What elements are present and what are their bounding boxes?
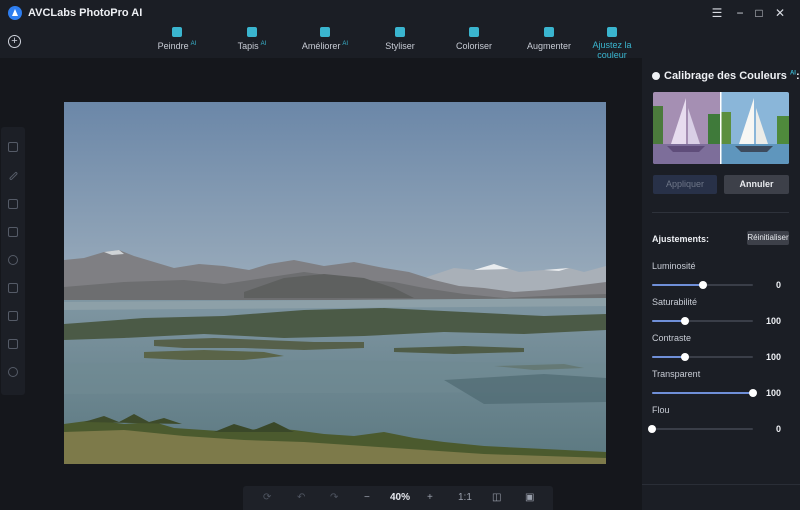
cancel-button[interactable]: Annuler	[724, 175, 789, 194]
slider-thumb[interactable]	[681, 317, 690, 325]
list-icon[interactable]	[8, 311, 18, 321]
sailboat-preview	[653, 92, 789, 164]
photo-canvas[interactable]	[64, 102, 606, 464]
tool-coloriser[interactable]: Coloriser	[452, 26, 496, 51]
maximize-button[interactable]: □	[752, 6, 766, 20]
eraser-icon	[247, 27, 257, 37]
panel-footer-divider	[642, 484, 800, 485]
undo-icon[interactable]: ↶	[297, 492, 305, 503]
palette-icon	[652, 72, 660, 80]
app-logo-icon	[8, 6, 22, 20]
image-icon[interactable]	[8, 142, 18, 152]
tool-augmenter[interactable]: Augmenter	[522, 26, 576, 51]
upscale-icon	[544, 27, 554, 37]
brightness-value: 0	[775, 280, 781, 290]
tool-tapis[interactable]: Tapis AI	[232, 26, 272, 51]
menu-icon[interactable]: ☰	[710, 6, 724, 20]
enhance-icon	[320, 27, 330, 37]
slider-fill	[652, 392, 753, 394]
title-bar: AVCLabs PhotoPro AI ☰ − □ ✕	[0, 0, 800, 26]
slider-thumb[interactable]	[698, 281, 707, 289]
saturation-value: 100	[765, 316, 781, 326]
tool-styliser[interactable]: Styliser	[379, 26, 421, 51]
ellipse-select-icon[interactable]	[8, 255, 18, 265]
cursor-icon[interactable]	[8, 199, 18, 209]
brightness-label: Luminosité	[652, 261, 696, 271]
slider-thumb[interactable]	[648, 425, 656, 433]
save-icon[interactable]: ▣	[525, 492, 534, 503]
transparency-slider[interactable]	[652, 389, 757, 397]
blur-label: Flou	[652, 405, 670, 415]
sliders-icon	[607, 27, 617, 37]
zoom-level: 40%	[390, 492, 411, 503]
brightness-slider[interactable]	[652, 281, 753, 289]
saturation-label: Saturabilité	[652, 297, 698, 307]
close-button[interactable]: ✕	[773, 6, 787, 20]
left-tool-rail	[1, 127, 25, 395]
slider-thumb[interactable]	[681, 353, 690, 361]
slider-fill	[652, 284, 703, 286]
transparency-value: 100	[765, 388, 781, 398]
slider-fill	[652, 320, 686, 322]
slider-thumb[interactable]	[749, 389, 757, 397]
minimize-button[interactable]: −	[733, 6, 747, 20]
zoom-in-button[interactable]: +	[427, 492, 433, 503]
portrait-icon[interactable]	[8, 283, 18, 293]
tool-ameliorer[interactable]: Améliorer AI	[298, 26, 352, 51]
slider-fill	[652, 356, 686, 358]
redo-icon[interactable]: ↷	[330, 492, 338, 503]
divider	[652, 212, 789, 213]
paint-icon	[172, 27, 182, 37]
tool-peindre[interactable]: Peindre AI	[155, 26, 199, 51]
saturation-slider[interactable]	[652, 317, 753, 325]
brush-icon[interactable]	[8, 171, 19, 181]
tool-ajustez-couleur[interactable]: Ajustez la couleur	[588, 26, 636, 60]
toolbar: + Peindre AI Tapis AI Améliorer AI Styliser…	[0, 26, 800, 60]
stylize-icon	[395, 27, 405, 37]
actual-size-button[interactable]: 1:1	[458, 492, 472, 503]
zoom-out-button[interactable]: −	[364, 492, 370, 503]
zoom-bar: ⟳ ↶ ↷ − 40% + 1:1 ◫ ▣	[243, 486, 553, 510]
refresh-icon[interactable]: ⟳	[263, 492, 271, 503]
contrast-value: 100	[765, 352, 781, 362]
compare-icon[interactable]: ◫	[492, 492, 501, 503]
colorize-icon	[469, 27, 479, 37]
blur-slider[interactable]	[648, 425, 753, 433]
adjustments-heading: Ajustements:	[652, 234, 710, 244]
reset-button[interactable]: Réinitialiser	[747, 231, 789, 245]
blur-value: 0	[775, 424, 781, 434]
color-calibration-panel: Calibrage des Couleurs AI: Appliquer Ann…	[642, 58, 800, 510]
landscape-icon[interactable]	[8, 339, 18, 349]
contrast-label: Contraste	[652, 333, 692, 343]
landscape-photo	[64, 102, 606, 464]
contrast-slider[interactable]	[652, 353, 753, 361]
history-icon[interactable]	[8, 367, 18, 377]
app-title: AVCLabs PhotoPro AI	[28, 7, 143, 19]
transparency-label: Transparent	[652, 369, 701, 379]
panel-title: Calibrage des Couleurs AI:	[652, 70, 800, 82]
before-after-preview[interactable]	[653, 92, 789, 164]
add-image-button[interactable]: +	[8, 35, 21, 48]
rectangle-select-icon[interactable]	[8, 227, 18, 237]
apply-button[interactable]: Appliquer	[653, 175, 717, 194]
